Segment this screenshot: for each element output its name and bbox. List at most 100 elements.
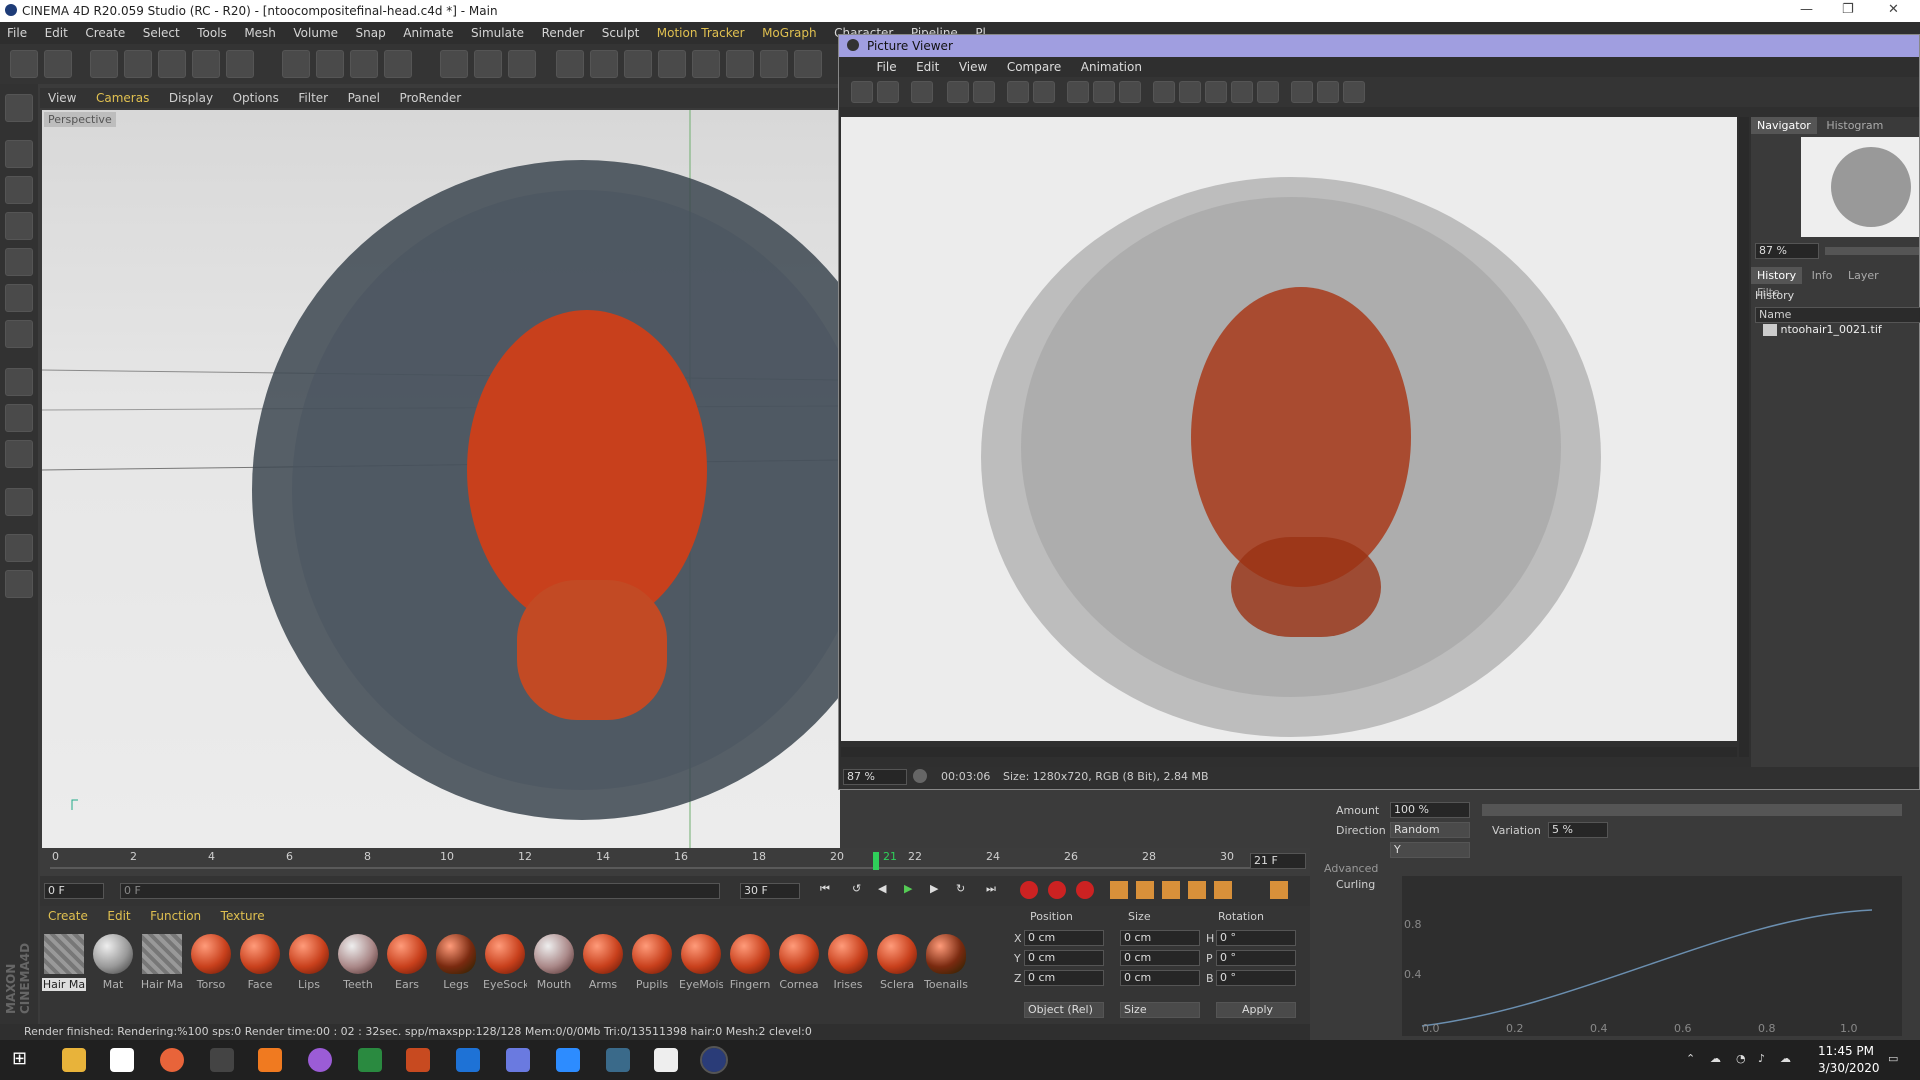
key-help-icon[interactable] <box>1076 881 1094 899</box>
material-teeth[interactable]: Teeth <box>336 932 380 1004</box>
rotate-tool-icon[interactable] <box>192 50 220 78</box>
clock-date[interactable]: 3/30/2020 <box>1818 1061 1880 1075</box>
pv-play-icon[interactable] <box>913 769 927 783</box>
pv-menu-file[interactable]: File <box>869 57 905 77</box>
direction-dropdown[interactable]: Random <box>1390 822 1470 838</box>
make-editable-icon[interactable] <box>5 94 33 122</box>
menu-file[interactable]: File <box>0 22 34 44</box>
play-icon[interactable]: ▶ <box>904 882 924 900</box>
rot-b-field[interactable]: 0 ° <box>1216 970 1296 986</box>
material-hair-1[interactable]: Hair Ma <box>42 932 86 1004</box>
mat-menu-function[interactable]: Function <box>142 906 209 926</box>
set-a-icon[interactable] <box>1231 81 1253 103</box>
region-render-icon[interactable] <box>1067 81 1089 103</box>
solo-mode-icon[interactable] <box>5 440 33 468</box>
cloner-icon[interactable] <box>658 50 686 78</box>
layout-2-icon[interactable] <box>1317 81 1339 103</box>
close-icon[interactable]: ✕ <box>1888 2 1899 17</box>
material-mouth[interactable]: Mouth <box>532 932 576 1004</box>
navigator-thumbnail[interactable] <box>1801 137 1919 237</box>
snap-icon[interactable] <box>5 488 33 516</box>
tab-histogram[interactable]: Histogram <box>1820 117 1889 134</box>
menu-render[interactable]: Render <box>535 22 592 44</box>
material-arms[interactable]: Arms <box>581 932 625 1004</box>
material-cornea[interactable]: Cornea <box>777 932 821 1004</box>
pv-menu-edit[interactable]: Edit <box>908 57 947 77</box>
advanced-group[interactable]: Advanced <box>1324 862 1378 875</box>
material-legs[interactable]: Legs <box>434 932 478 1004</box>
tray-chevron-icon[interactable]: ⌃ <box>1686 1052 1695 1065</box>
render-view-icon[interactable] <box>440 50 468 78</box>
points-mode-icon[interactable] <box>5 248 33 276</box>
key-pla-icon[interactable] <box>1214 881 1232 899</box>
workplane-mode-icon[interactable] <box>5 212 33 240</box>
pv-vertical-scrollbar[interactable] <box>1739 117 1749 757</box>
grid-icon[interactable] <box>911 81 933 103</box>
layout-1-icon[interactable] <box>1291 81 1313 103</box>
y-axis-icon[interactable] <box>316 50 344 78</box>
app-green-icon[interactable] <box>358 1048 382 1072</box>
zoom-icon[interactable] <box>556 1048 580 1072</box>
axis-dropdown[interactable]: Y <box>1390 842 1470 858</box>
menu-mograph[interactable]: MoGraph <box>755 22 824 44</box>
material-hair-2[interactable]: Hair Ma <box>140 932 184 1004</box>
move-tool-icon[interactable] <box>124 50 152 78</box>
menu-animate[interactable]: Animate <box>396 22 460 44</box>
tweak-mode-icon[interactable] <box>5 404 33 432</box>
rot-h-field[interactable]: 0 ° <box>1216 930 1296 946</box>
menu-snap[interactable]: Snap <box>349 22 393 44</box>
render-settings-icon[interactable] <box>508 50 536 78</box>
vp-menu-display[interactable]: Display <box>161 88 221 108</box>
camera-icon[interactable] <box>760 50 788 78</box>
pos-z-field[interactable]: 0 cm <box>1024 970 1104 986</box>
key-position-icon[interactable] <box>1110 881 1128 899</box>
next-frame-icon[interactable]: ▶ <box>930 882 950 900</box>
material-torso[interactable]: Torso <box>189 932 233 1004</box>
fullscreen-icon[interactable] <box>947 81 969 103</box>
rot-p-field[interactable]: 0 ° <box>1216 950 1296 966</box>
save-icon[interactable] <box>877 81 899 103</box>
pos-y-field[interactable]: 0 cm <box>1024 950 1104 966</box>
size-y-field[interactable]: 0 cm <box>1120 950 1200 966</box>
select-tool-icon[interactable] <box>90 50 118 78</box>
coord-mode-dropdown[interactable]: Object (Rel) <box>1024 1002 1104 1018</box>
variation-field[interactable]: 5 % <box>1548 822 1608 838</box>
key-param-icon[interactable] <box>1188 881 1206 899</box>
material-irises[interactable]: Irises <box>826 932 870 1004</box>
vp-menu-options[interactable]: Options <box>225 88 287 108</box>
vp-menu-filter[interactable]: Filter <box>290 88 336 108</box>
amount-slider[interactable] <box>1482 804 1902 816</box>
menu-simulate[interactable]: Simulate <box>464 22 531 44</box>
material-face[interactable]: Face <box>238 932 282 1004</box>
live-selection-icon[interactable] <box>226 50 254 78</box>
unity-icon[interactable] <box>210 1048 234 1072</box>
material-toenails[interactable]: Toenails <box>924 932 968 1004</box>
layout-3-icon[interactable] <box>1343 81 1365 103</box>
stamp-icon[interactable] <box>973 81 995 103</box>
menu-motion-tracker[interactable]: Motion Tracker <box>650 22 752 44</box>
nav-zoom-slider[interactable] <box>1825 247 1919 255</box>
cinema4d-taskbar-icon[interactable] <box>700 1046 728 1074</box>
pv-menu-view[interactable]: View <box>951 57 995 77</box>
start-frame-field[interactable]: 0 F <box>44 883 104 899</box>
menu-tools[interactable]: Tools <box>190 22 234 44</box>
pv-menu-compare[interactable]: Compare <box>999 57 1069 77</box>
nav-zoom-field[interactable]: 87 % <box>1755 243 1819 259</box>
key-rotation-icon[interactable] <box>1162 881 1180 899</box>
material-lips[interactable]: Lips <box>287 932 331 1004</box>
firefox-icon[interactable] <box>160 1048 184 1072</box>
vp-menu-view[interactable]: View <box>40 88 84 108</box>
record-key-icon[interactable] <box>1020 881 1038 899</box>
light-icon[interactable] <box>794 50 822 78</box>
notion-icon[interactable] <box>110 1048 134 1072</box>
clock-time[interactable]: 11:45 PM <box>1818 1044 1874 1058</box>
menu-sculpt[interactable]: Sculpt <box>595 22 646 44</box>
locked-workplane-icon[interactable] <box>5 570 33 598</box>
coordinate-system-icon[interactable] <box>384 50 412 78</box>
app-purple-icon[interactable] <box>308 1048 332 1072</box>
goto-end-icon[interactable]: ⏭ <box>986 882 1006 900</box>
size-mode-dropdown[interactable]: Size <box>1120 1002 1200 1018</box>
file-explorer-icon[interactable] <box>62 1048 86 1072</box>
workplane-lock-icon[interactable] <box>5 534 33 562</box>
material-sclera[interactable]: Sclera <box>875 932 919 1004</box>
